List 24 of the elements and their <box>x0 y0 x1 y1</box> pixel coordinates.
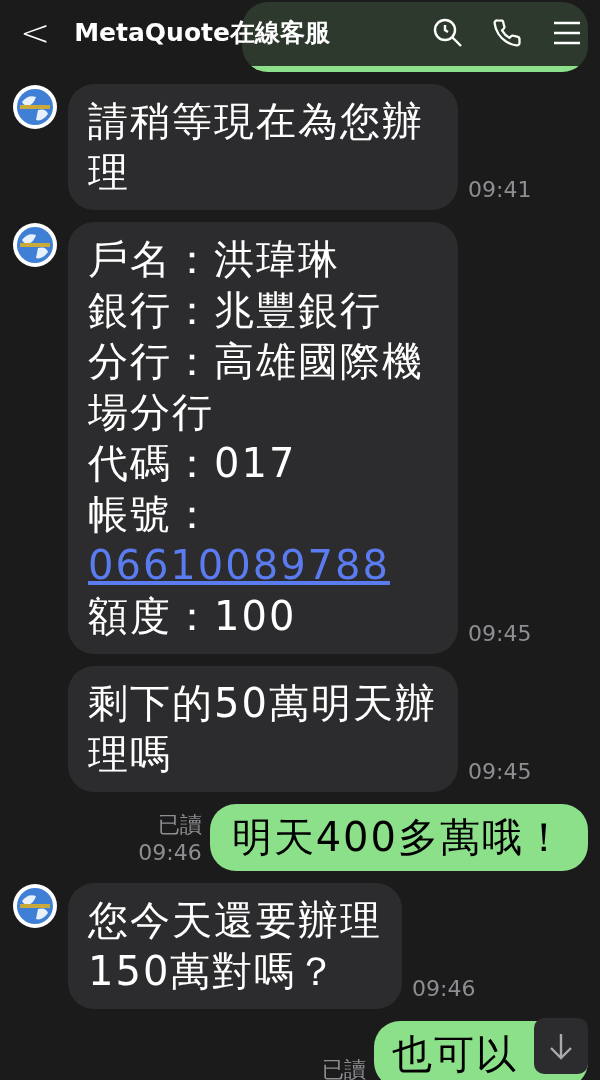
message-text: 也可以 <box>392 1030 518 1079</box>
message-text: 請稍等現在為您辦理 <box>88 97 425 197</box>
arrow-down-icon <box>549 1032 573 1060</box>
message-time: 09:41 <box>468 176 532 204</box>
search-icon[interactable] <box>432 17 464 49</box>
avatar[interactable] <box>12 222 58 268</box>
back-button[interactable]: < <box>20 15 51 51</box>
message-time: 09:45 <box>468 758 532 786</box>
message-text: 戶名：洪瑋琳 銀行：兆豐銀行 分行：高雄國際機場分行 代碼：017 帳號： 06610089788 額度：100 <box>88 235 425 641</box>
account-number-link[interactable]: 06610089788 <box>88 542 390 588</box>
message-text: 明天400多萬哦！ <box>231 813 566 862</box>
avatar[interactable] <box>12 883 58 929</box>
phone-icon[interactable] <box>492 18 522 48</box>
message-text: 剩下的50萬明天辦理嗎 <box>88 679 438 779</box>
chat-title: MetaQuote在線客服 <box>74 17 330 50</box>
message-time: 09:46 <box>138 839 202 867</box>
message-time: 09:45 <box>468 620 532 648</box>
message-time: 09:46 <box>412 975 476 1003</box>
avatar[interactable] <box>12 84 58 130</box>
menu-icon[interactable] <box>554 21 580 45</box>
message-text: 您今天還要辦理 150萬對嗎？ <box>88 896 382 996</box>
scroll-down-button[interactable] <box>534 1018 588 1074</box>
read-receipt: 已讀 <box>157 811 202 839</box>
read-receipt: 已讀 <box>322 1056 366 1080</box>
